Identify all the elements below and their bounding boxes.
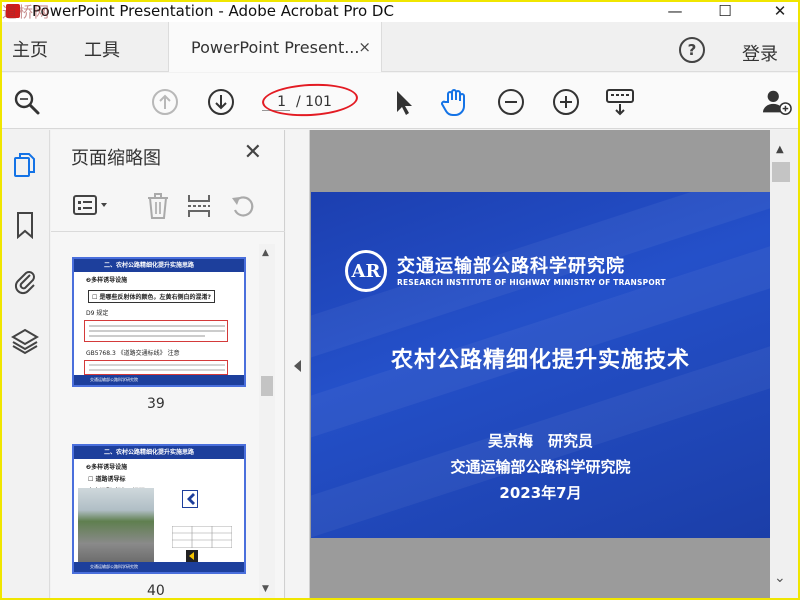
thumbnail-page-number: 40 — [147, 583, 165, 599]
rotate-page-icon[interactable] — [229, 192, 257, 220]
layers-icon[interactable] — [10, 326, 40, 356]
collapse-panel-button[interactable] — [286, 130, 310, 600]
thumbnail-page-39[interactable]: 二、农村公路精细化提升实施思路 ❷多样诱导设施 ☐ 是哪些反射体的颜色，左黄右侧… — [72, 257, 246, 387]
extract-page-icon[interactable] — [186, 192, 212, 220]
thumb-footer: 交通运输部公路科学研究院 — [74, 375, 244, 385]
panel-title: 页面缩略图 — [71, 148, 161, 169]
scroll-up-arrow[interactable]: ▲ — [262, 248, 269, 258]
delete-page-icon[interactable] — [146, 192, 170, 220]
keyboard-icon[interactable] — [605, 87, 635, 117]
panel-close-button[interactable]: ✕ — [244, 140, 262, 165]
thumb-line: GB5768.3 《道路交通标线》 注意 — [86, 350, 180, 357]
toolbar — [0, 73, 800, 129]
select-arrow-icon[interactable] — [388, 87, 418, 117]
tab-close-button[interactable]: × — [358, 38, 371, 56]
maximize-button[interactable]: ☐ — [710, 0, 740, 22]
thumb-header: 二、农村公路精细化提升实施思路 — [74, 259, 244, 272]
thumb-road-photo — [78, 488, 154, 562]
hand-tool-icon[interactable] — [440, 87, 470, 117]
help-icon[interactable]: ? — [679, 37, 705, 63]
menu-home[interactable]: 主页 — [12, 36, 48, 62]
thumb-highlight-box — [84, 320, 228, 342]
thumb-line: ❷多样诱导设施 — [86, 277, 128, 284]
speaker-name: 吴京梅 研究员 — [487, 432, 593, 450]
presentation-date: 2023年7月 — [499, 484, 582, 502]
thumb-sign-yellow — [186, 550, 198, 562]
thumb-line: ❷多样诱导设施 — [86, 464, 128, 471]
scroll-thumb[interactable] — [772, 162, 790, 182]
institute-logo: AR — [345, 250, 387, 292]
prev-page-icon[interactable] — [150, 87, 180, 117]
slide-page: AR 交通运输部公路科学研究院 RESEARCH INSTITUTE OF HI… — [311, 192, 770, 538]
thumbnails-scrollbar[interactable]: ▲ ▼ — [259, 244, 275, 598]
thumbnail-page-number: 39 — [147, 396, 165, 412]
scroll-down-arrow[interactable]: ⌄ — [774, 570, 786, 586]
minimize-button[interactable]: — — [660, 0, 690, 22]
scroll-down-arrow[interactable]: ▼ — [262, 584, 269, 594]
thumb-sign-chevron — [182, 490, 198, 508]
next-page-icon[interactable] — [206, 87, 236, 117]
panel-toolbar — [51, 182, 285, 232]
login-button[interactable]: 登录 — [742, 40, 778, 66]
thumb-footer: 交通运输部公路科学研究院 — [74, 562, 244, 572]
scroll-up-arrow[interactable]: ▲ — [776, 144, 784, 155]
zoom-in-icon[interactable] — [551, 87, 581, 117]
add-user-icon[interactable] — [762, 87, 792, 117]
thumb-header: 二、农村公路精细化提升实施思路 — [74, 446, 244, 459]
document-tab-label: PowerPoint Present... — [191, 37, 360, 57]
speaker-affiliation: 交通运输部公路科学研究院 — [450, 458, 631, 476]
thumb-line: D9 规定 — [86, 310, 109, 317]
close-window-button[interactable]: ✕ — [765, 0, 795, 22]
viewer-scrollbar[interactable]: ▲ ⌄ — [770, 130, 800, 600]
attachment-icon[interactable] — [10, 266, 40, 296]
thumb-table — [172, 526, 232, 548]
search-icon[interactable] — [12, 87, 42, 117]
thumbnail-page-40[interactable]: 二、农村公路精细化提升实施思路 ❷多样诱导设施 ☐ 道路诱导标 存在问题(颜色、… — [72, 444, 246, 574]
watermark: 道桥网 — [2, 3, 51, 21]
institute-name-en: RESEARCH INSTITUTE OF HIGHWAY MINISTRY O… — [397, 278, 666, 287]
navigation-rail — [0, 130, 50, 600]
thumb-line: ☐ 是哪些反射体的颜色，左黄右侧白的混淆? — [88, 290, 215, 303]
document-tab[interactable]: PowerPoint Present... × — [168, 22, 382, 72]
menu-tools[interactable]: 工具 — [84, 36, 120, 62]
bookmark-icon[interactable] — [10, 210, 40, 240]
slide-title: 农村公路精细化提升实施技术 — [390, 348, 690, 373]
institute-name-cn: 交通运输部公路科学研究院 — [397, 256, 625, 277]
window-title: PowerPoint Presentation - Adobe Acrobat … — [32, 2, 394, 20]
page-thumbnails-icon[interactable] — [10, 150, 40, 180]
thumbnail-options-icon[interactable] — [73, 192, 109, 220]
scroll-thumb[interactable] — [261, 376, 273, 396]
zoom-out-icon[interactable] — [496, 87, 526, 117]
thumb-line: ☐ 道路诱导标 — [88, 476, 126, 483]
thumbnails-panel: 页面缩略图 ✕ 二、农村公路精细化提升实施思路 ❷多样诱导设施 ☐ 是哪些反射体… — [51, 130, 285, 600]
document-viewer: AR 交通运输部公路科学研究院 RESEARCH INSTITUTE OF HI… — [286, 130, 800, 600]
thumb-highlight-box — [84, 360, 228, 375]
